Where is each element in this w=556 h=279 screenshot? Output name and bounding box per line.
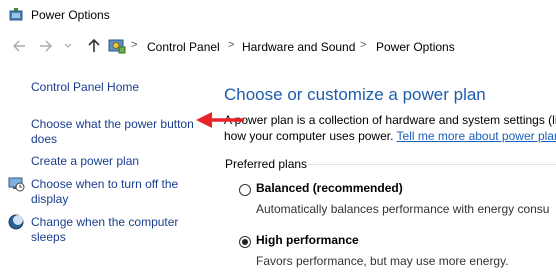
- sidebar-item-label: Choose what the power button: [31, 117, 194, 131]
- chevron-down-icon[interactable]: [62, 37, 74, 55]
- back-arrow-icon[interactable]: [10, 37, 28, 55]
- sidebar-item-label: display: [31, 192, 69, 206]
- sidebar-item-label: Create a power plan: [31, 154, 140, 168]
- sidebar-item-label: Change when the computer: [31, 215, 179, 229]
- sidebar-item-label: does: [31, 132, 58, 146]
- breadcrumb-separator[interactable]: >: [360, 39, 366, 51]
- breadcrumb-hardware-and-sound[interactable]: Hardware and Sound: [242, 40, 355, 54]
- section-divider: [308, 164, 556, 165]
- display-icon: [8, 176, 25, 197]
- plan-name-high-performance[interactable]: High performance: [256, 233, 359, 247]
- up-arrow-icon[interactable]: [85, 37, 103, 55]
- sidebar-item-turn-off-display[interactable]: Choose when to turn off the display: [31, 177, 178, 207]
- breadcrumb-separator: >: [131, 39, 138, 51]
- forward-arrow-icon[interactable]: [37, 37, 55, 55]
- sidebar-item-computer-sleeps[interactable]: Change when the computer sleeps: [31, 215, 178, 245]
- radio-selected-dot: [242, 239, 248, 245]
- sidebar-item-create-power-plan[interactable]: Create a power plan: [31, 154, 139, 169]
- power-options-icon: [8, 7, 24, 28]
- preferred-plans-label: Preferred plans: [225, 157, 308, 171]
- description-text: how your computer uses power.: [224, 129, 397, 143]
- plan-description-high-performance: Favors performance, but may use more ene…: [256, 254, 509, 268]
- breadcrumb-separator[interactable]: >: [228, 39, 234, 51]
- balanced-radio[interactable]: [239, 184, 251, 196]
- moon-icon: [8, 214, 24, 235]
- plan-name-balanced[interactable]: Balanced (recommended): [256, 181, 403, 195]
- high-performance-radio[interactable]: [239, 236, 251, 248]
- title-bar: Power Options: [0, 0, 556, 31]
- red-arrow-annotation: [196, 110, 246, 135]
- sidebar-item-control-panel-home[interactable]: Control Panel Home: [31, 80, 139, 95]
- control-panel-icon: [108, 37, 126, 60]
- sidebar-item-power-button[interactable]: Choose what the power button does: [31, 117, 194, 147]
- navigation-bar: > Control Panel > Hardware and Sound > P…: [0, 31, 556, 62]
- tell-me-more-link[interactable]: Tell me more about power plans: [397, 129, 556, 143]
- sidebar-item-label: sleeps: [31, 230, 66, 244]
- window-title: Power Options: [31, 8, 110, 22]
- description-line-2: how your computer uses power. Tell me mo…: [224, 129, 556, 143]
- plan-description-balanced: Automatically balances performance with …: [256, 202, 550, 216]
- breadcrumb-power-options[interactable]: Power Options: [376, 40, 455, 54]
- description-line-1: A power plan is a collection of hardware…: [224, 113, 556, 127]
- page-title: Choose or customize a power plan: [224, 85, 486, 104]
- breadcrumb-control-panel[interactable]: Control Panel: [147, 40, 220, 54]
- sidebar-item-label: Choose when to turn off the: [31, 177, 179, 191]
